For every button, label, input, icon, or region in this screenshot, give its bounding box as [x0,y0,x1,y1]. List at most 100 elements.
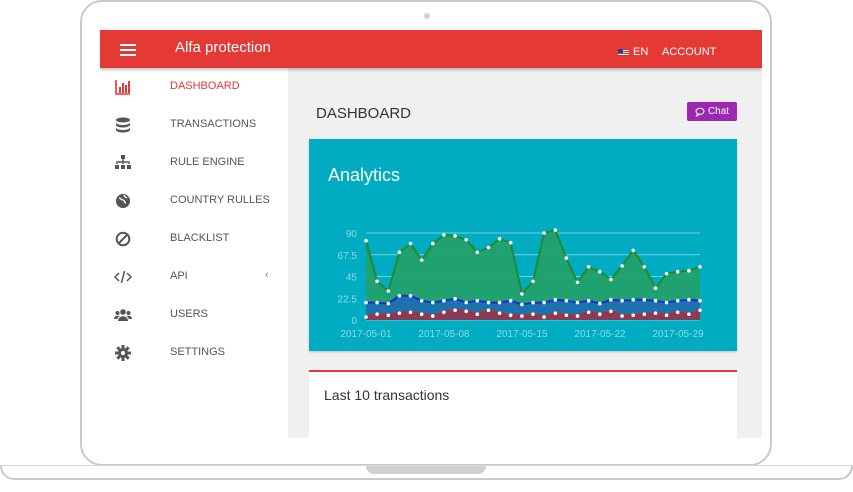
data-point [698,308,702,313]
data-point [564,298,569,303]
transactions-title: Last 10 transactions [324,387,450,403]
data-point [419,258,424,262]
data-point [386,289,391,293]
data-point [653,311,658,315]
sidebar-item-users[interactable]: USERS [100,296,288,334]
database-icon [116,117,130,133]
data-point [486,300,491,305]
data-point [575,280,580,285]
language-label: EN [633,46,649,58]
sidebar-item-label: DASHBOARD [170,80,240,92]
data-point [620,298,624,303]
sidebar-item-label: USERS [170,308,208,320]
data-point [542,315,546,319]
data-point [453,296,457,301]
menu-icon[interactable] [120,41,136,57]
data-point [609,277,613,282]
y-tick-label: 22.5 [338,294,358,305]
data-point [442,298,446,303]
data-point [609,309,613,314]
data-point [497,300,502,305]
data-point [631,313,635,317]
data-point [553,228,558,232]
data-point [520,292,524,296]
data-point [464,238,468,242]
data-point [419,298,424,303]
data-point [375,312,379,316]
app-bar: Alfa protection EN ACCOUNT [100,30,762,68]
data-point [486,245,491,250]
data-point [564,313,569,317]
data-point [664,271,669,276]
data-point [586,310,591,315]
data-point [508,240,513,245]
data-point [598,269,602,274]
data-point [520,302,524,307]
data-point [687,312,691,316]
chat-button-label: Chat [707,106,730,117]
chat-button[interactable]: Chat [687,102,737,121]
data-point [642,312,647,316]
y-tick-label: 67.5 [338,251,358,262]
sidebar-item-api[interactable]: API ‹ [100,258,288,296]
y-tick-label: 45 [346,273,358,284]
data-point [631,248,635,253]
data-point [664,313,669,317]
sidebar-item-transactions[interactable]: TRANSACTIONS [100,106,288,144]
data-point [508,298,513,303]
data-point [486,308,491,313]
data-point [642,297,647,302]
data-point [386,313,391,317]
sidebar-item-label: SETTINGS [170,346,226,358]
sidebar-item-rule-engine[interactable]: RULE ENGINE [100,144,288,182]
data-point [687,268,691,273]
ban-icon [115,231,131,247]
main-content: DASHBOARD Chat Analytics 0 22.5 45 67.5 90 20… [288,68,762,438]
data-point [431,314,435,318]
sidebar-item-country-rules[interactable]: COUNTRY RULLES [100,182,288,220]
sitemap-icon [115,155,131,169]
data-point [464,309,468,314]
analytics-chart: 0 22.5 45 67.5 90 2017-05-01 2017-05-08 2017-05… [338,228,704,340]
app-screen: Alfa protection EN ACCOUNT DASHBOARD TRA… [100,30,762,438]
data-point [620,314,624,318]
data-point [442,233,446,237]
sidebar-item-dashboard[interactable]: DASHBOARD [100,68,288,106]
data-point [520,314,524,318]
sidebar-item-label: TRANSACTIONS [170,118,257,130]
data-point [664,300,669,305]
data-point [464,300,468,305]
data-point [453,308,457,313]
sidebar-item-blacklist[interactable]: BLACKLIST [100,220,288,258]
data-point [375,279,379,284]
data-point [408,310,413,315]
users-icon [114,309,132,321]
comment-icon [695,107,705,117]
sidebar-item-settings[interactable]: SETTINGS [100,334,288,372]
app-title: Alfa protection [175,39,271,56]
analytics-panel: Analytics 0 22.5 45 67.5 90 2017-05-01 2017-05… [309,139,737,351]
data-point [497,237,502,241]
data-point [653,286,658,290]
sidebar-item-label: API [170,270,188,282]
data-point [386,301,391,306]
data-point [397,250,402,255]
data-point [475,312,480,316]
data-point [364,315,368,319]
data-point [431,241,435,246]
x-tick-label: 2017-05-08 [418,329,470,340]
globe-icon [116,194,130,208]
data-point [419,312,424,316]
data-point [508,313,513,317]
data-point [598,312,602,316]
page-title: DASHBOARD [316,105,412,122]
account-link[interactable]: ACCOUNT [662,46,716,58]
data-point [653,298,658,303]
data-point [442,310,446,315]
data-point [675,298,680,303]
data-point [586,298,591,303]
chevron-left-icon: ‹ [265,269,269,281]
language-selector[interactable]: EN [618,46,648,58]
us-flag-icon [618,48,629,56]
data-point [575,314,580,318]
